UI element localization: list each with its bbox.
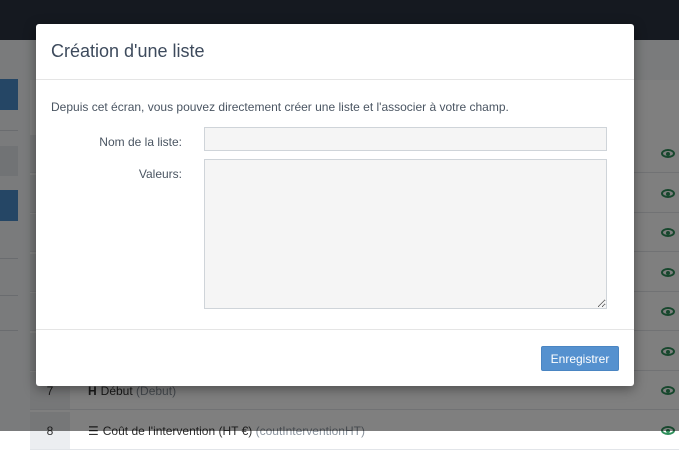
dialog-header: Création d'une liste xyxy=(36,24,634,80)
list-values-label: Valeurs: xyxy=(138,167,182,181)
create-list-dialog: Création d'une liste Depuis cet écran, v… xyxy=(36,24,634,386)
dialog-title: Création d'une liste xyxy=(51,41,205,61)
dialog-intro-text: Depuis cet écran, vous pouvez directemen… xyxy=(51,100,509,114)
list-name-input[interactable] xyxy=(204,127,607,151)
list-name-label: Nom de la liste: xyxy=(99,135,182,149)
save-button[interactable]: Enregistrer xyxy=(541,346,619,371)
dialog-footer-divider xyxy=(36,329,634,330)
list-values-textarea[interactable] xyxy=(204,159,607,309)
